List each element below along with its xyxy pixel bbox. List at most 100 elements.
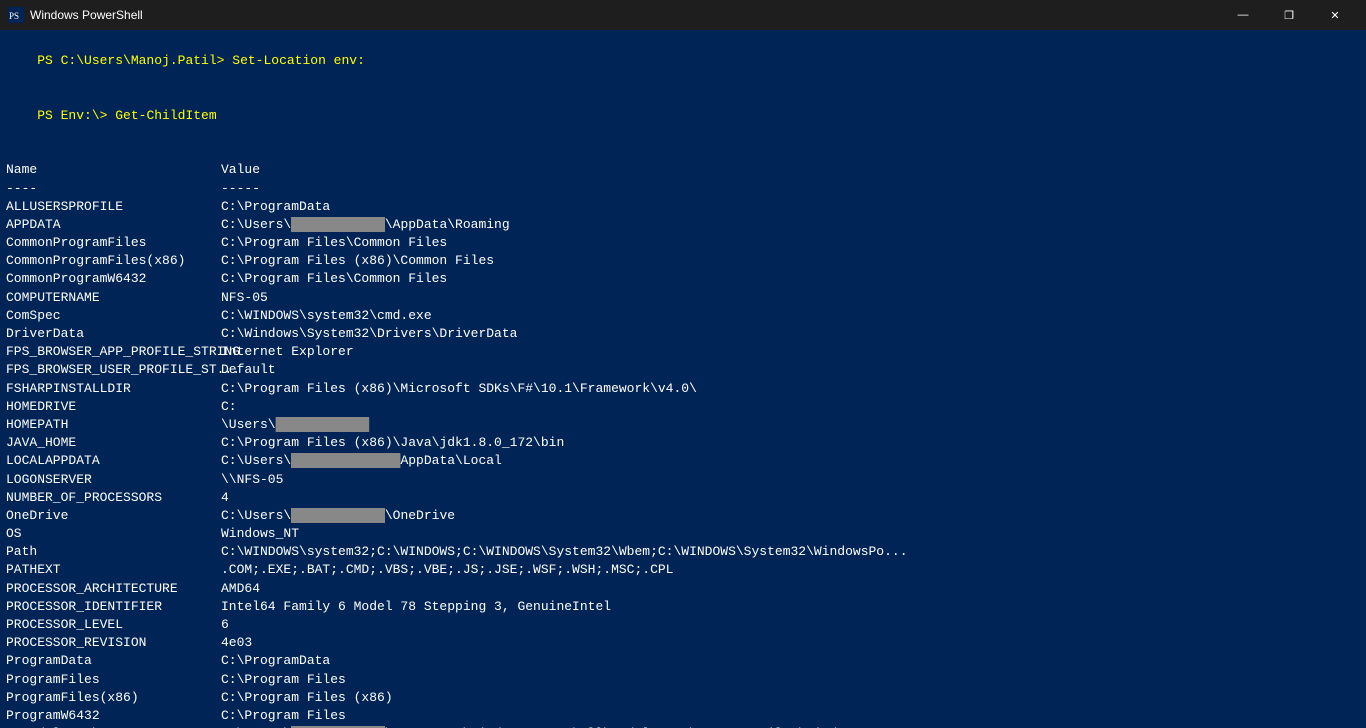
window-title: Windows PowerShell bbox=[30, 8, 143, 22]
row-value: \Users\████████████ bbox=[221, 416, 1360, 434]
row-value: Intel64 Family 6 Model 78 Stepping 3, Ge… bbox=[221, 598, 1360, 616]
row-name: FPS_BROWSER_APP_PROFILE_STRING bbox=[6, 343, 221, 361]
table-row: CommonProgramFilesC:\Program Files\Commo… bbox=[6, 234, 1360, 252]
row-value: C:\Windows\System32\Drivers\DriverData bbox=[221, 325, 1360, 343]
window-controls: — ❐ ✕ bbox=[1220, 0, 1358, 30]
row-value: C:\WINDOWS\system32\cmd.exe bbox=[221, 307, 1360, 325]
cmd-1: Set-Location env: bbox=[232, 53, 365, 68]
sep-value: ----- bbox=[221, 180, 1360, 198]
row-name: ProgramFiles(x86) bbox=[6, 689, 221, 707]
row-name: ProgramFiles bbox=[6, 671, 221, 689]
row-value: C:\ProgramData bbox=[221, 198, 1360, 216]
prompt-2: PS Env:\> bbox=[37, 108, 115, 123]
row-value: .COM;.EXE;.BAT;.CMD;.VBS;.VBE;.JS;.JSE;.… bbox=[221, 561, 1360, 579]
row-value: Internet Explorer bbox=[221, 343, 1360, 361]
table-row: DriverDataC:\Windows\System32\Drivers\Dr… bbox=[6, 325, 1360, 343]
table-header: Name Value bbox=[6, 161, 1360, 179]
row-value: NFS-05 bbox=[221, 289, 1360, 307]
row-value: 4 bbox=[221, 489, 1360, 507]
row-name: APPDATA bbox=[6, 216, 221, 234]
row-name: CommonProgramFiles(x86) bbox=[6, 252, 221, 270]
row-name: OneDrive bbox=[6, 507, 221, 525]
row-name: ProgramW6432 bbox=[6, 707, 221, 725]
row-value: C:\Users\████████████\OneDrive bbox=[221, 507, 1360, 525]
table-row: COMPUTERNAMENFS-05 bbox=[6, 289, 1360, 307]
row-value: \\NFS-05 bbox=[221, 471, 1360, 489]
table-row: ComSpecC:\WINDOWS\system32\cmd.exe bbox=[6, 307, 1360, 325]
row-name: PROCESSOR_LEVEL bbox=[6, 616, 221, 634]
table-row: ProgramW6432C:\Program Files bbox=[6, 707, 1360, 725]
table-row: HOMEDRIVEC: bbox=[6, 398, 1360, 416]
table-row: PROCESSOR_REVISION4e03 bbox=[6, 634, 1360, 652]
row-name: DriverData bbox=[6, 325, 221, 343]
table-row: LOCALAPPDATAC:\Users\██████████████AppDa… bbox=[6, 452, 1360, 470]
terminal-content: PS C:\Users\Manoj.Patil> Set-Location en… bbox=[0, 30, 1366, 728]
row-value: C:\Program Files bbox=[221, 707, 1360, 725]
row-name: ComSpec bbox=[6, 307, 221, 325]
command-line-2: PS Env:\> Get-ChildItem bbox=[6, 89, 1360, 144]
row-name: HOMEDRIVE bbox=[6, 398, 221, 416]
row-value: C:\Program Files (x86)\Common Files bbox=[221, 252, 1360, 270]
row-name: NUMBER_OF_PROCESSORS bbox=[6, 489, 221, 507]
row-value: Windows_NT bbox=[221, 525, 1360, 543]
command-line-1: PS C:\Users\Manoj.Patil> Set-Location en… bbox=[6, 34, 1360, 89]
row-name: PROCESSOR_IDENTIFIER bbox=[6, 598, 221, 616]
svg-text:PS: PS bbox=[9, 11, 19, 21]
row-value: C:\Users\████████████\AppData\Roaming bbox=[221, 216, 1360, 234]
header-value: Value bbox=[221, 161, 1360, 179]
minimize-button[interactable]: — bbox=[1220, 0, 1266, 30]
row-value: C:\Program Files\Common Files bbox=[221, 270, 1360, 288]
row-name: ProgramData bbox=[6, 652, 221, 670]
table-row: LOGONSERVER\\NFS-05 bbox=[6, 471, 1360, 489]
row-name: FSHARPINSTALLDIR bbox=[6, 380, 221, 398]
table-row: PROCESSOR_ARCHITECTUREAMD64 bbox=[6, 580, 1360, 598]
table-row: OSWindows_NT bbox=[6, 525, 1360, 543]
table-row: JAVA_HOMEC:\Program Files (x86)\Java\jdk… bbox=[6, 434, 1360, 452]
prompt-1: PS C:\Users\Manoj.Patil> bbox=[37, 53, 232, 68]
row-value: C:\Program Files (x86) bbox=[221, 689, 1360, 707]
table-body: ALLUSERSPROFILEC:\ProgramDataAPPDATAC:\U… bbox=[6, 198, 1360, 728]
row-name: PATHEXT bbox=[6, 561, 221, 579]
row-name: FPS_BROWSER_USER_PROFILE_ST... bbox=[6, 361, 221, 379]
row-value: C:\Program Files\Common Files bbox=[221, 234, 1360, 252]
table-row: ALLUSERSPROFILEC:\ProgramData bbox=[6, 198, 1360, 216]
sep-name: ---- bbox=[6, 180, 221, 198]
blank-line-1 bbox=[6, 143, 1360, 161]
row-value: Default bbox=[221, 361, 1360, 379]
table-row: FSHARPINSTALLDIRC:\Program Files (x86)\M… bbox=[6, 380, 1360, 398]
table-row: CommonProgramFiles(x86)C:\Program Files … bbox=[6, 252, 1360, 270]
row-name: LOCALAPPDATA bbox=[6, 452, 221, 470]
row-value: C:\Program Files bbox=[221, 671, 1360, 689]
table-row: FPS_BROWSER_USER_PROFILE_ST...Default bbox=[6, 361, 1360, 379]
table-row: ProgramFilesC:\Program Files bbox=[6, 671, 1360, 689]
table-row: PROCESSOR_IDENTIFIERIntel64 Family 6 Mod… bbox=[6, 598, 1360, 616]
row-name: CommonProgramW6432 bbox=[6, 270, 221, 288]
row-name: JAVA_HOME bbox=[6, 434, 221, 452]
table-row: OneDriveC:\Users\████████████\OneDrive bbox=[6, 507, 1360, 525]
row-name: LOGONSERVER bbox=[6, 471, 221, 489]
row-value: C:\WINDOWS\system32;C:\WINDOWS;C:\WINDOW… bbox=[221, 543, 1360, 561]
table-row: PATHEXT.COM;.EXE;.BAT;.CMD;.VBS;.VBE;.JS… bbox=[6, 561, 1360, 579]
title-bar-left: PS Windows PowerShell bbox=[8, 7, 143, 23]
table-row: FPS_BROWSER_APP_PROFILE_STRINGInternet E… bbox=[6, 343, 1360, 361]
row-name: PROCESSOR_REVISION bbox=[6, 634, 221, 652]
title-bar: PS Windows PowerShell — ❐ ✕ bbox=[0, 0, 1366, 30]
row-value: C:\Users\██████████████AppData\Local bbox=[221, 452, 1360, 470]
row-name: COMPUTERNAME bbox=[6, 289, 221, 307]
table-row: NUMBER_OF_PROCESSORS4 bbox=[6, 489, 1360, 507]
powershell-icon: PS bbox=[8, 7, 24, 23]
table-row: ProgramFiles(x86)C:\Program Files (x86) bbox=[6, 689, 1360, 707]
row-name: Path bbox=[6, 543, 221, 561]
header-name: Name bbox=[6, 161, 221, 179]
table-row: ProgramDataC:\ProgramData bbox=[6, 652, 1360, 670]
maximize-button[interactable]: ❐ bbox=[1266, 0, 1312, 30]
row-name: OS bbox=[6, 525, 221, 543]
table-row: HOMEPATH\Users\████████████ bbox=[6, 416, 1360, 434]
close-button[interactable]: ✕ bbox=[1312, 0, 1358, 30]
row-value: C:\ProgramData bbox=[221, 652, 1360, 670]
row-value: AMD64 bbox=[221, 580, 1360, 598]
row-name: ALLUSERSPROFILE bbox=[6, 198, 221, 216]
table-row: PathC:\WINDOWS\system32;C:\WINDOWS;C:\WI… bbox=[6, 543, 1360, 561]
table-row: CommonProgramW6432C:\Program Files\Commo… bbox=[6, 270, 1360, 288]
row-name: CommonProgramFiles bbox=[6, 234, 221, 252]
